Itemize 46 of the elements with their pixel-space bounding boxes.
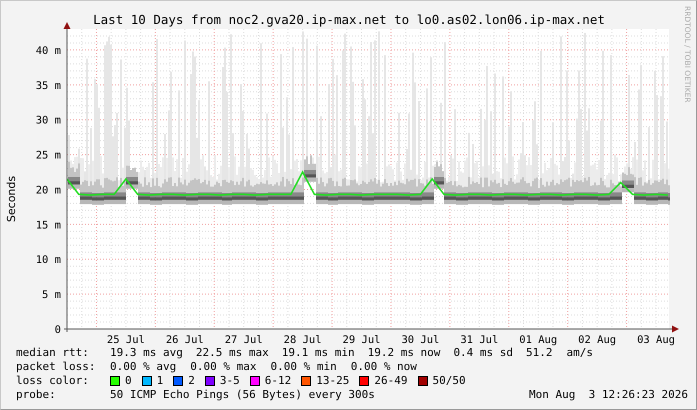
y-tick-label: 20 m (36, 184, 61, 196)
y-tick-label: 35 m (36, 80, 61, 92)
legend-value: 0.00 % now (350, 360, 417, 374)
probe-description: 50 ICMP Echo Pings (56 Bytes) every 300s (110, 388, 375, 402)
legend-label: median rtt: (16, 346, 90, 360)
legend-value: 0.00 % max (190, 360, 256, 374)
y-tick-label: 5 m (42, 289, 61, 302)
x-tick-label: 26 Jul (166, 334, 204, 346)
legend-label: loss color: (16, 374, 90, 388)
chart-title: Last 10 Days from noc2.gva20.ip-max.net to lo0.as02.lon06.ip-max.net (93, 12, 605, 27)
legend-value: 22.5 ms max (196, 346, 269, 360)
legend-value: 0.4 ms sd (453, 346, 514, 360)
legend-value: 13-25 (316, 374, 350, 388)
legend-label: probe: (16, 388, 57, 402)
legend-value: 26-49 (374, 374, 408, 388)
y-tick-label: 30 m (36, 114, 61, 127)
legend-value: 50/50 (432, 374, 466, 388)
legend-value: 3-5 (220, 374, 240, 388)
x-tick-label: 27 Jul (224, 334, 263, 346)
legend-value: 6-12 (264, 374, 292, 388)
y-axis-label: Seconds (5, 176, 18, 222)
y-tick-label: 10 m (36, 254, 61, 266)
legend-value: 0.00 % min (270, 360, 337, 374)
x-tick-label: 02 Aug (578, 334, 616, 346)
legend-value: 51.2 (526, 346, 553, 360)
timestamp: Mon Aug 3 12:26:23 2026 (529, 388, 688, 402)
y-tick-label: 15 m (36, 219, 61, 232)
legend-value: 0 (125, 374, 132, 388)
legend-value: 1 (156, 374, 164, 388)
x-tick-label: 29 Jul (342, 334, 380, 346)
y-tick-label: 25 m (36, 150, 61, 162)
x-tick-label: 01 Aug (519, 334, 558, 346)
legend-value: 19.2 ms now (368, 346, 440, 360)
y-tick-label: 0 (54, 324, 61, 336)
legend-value: 19.1 ms min (282, 346, 355, 360)
x-tick-label: 03 Aug (637, 334, 675, 346)
x-tick-label: 30 Jul (401, 334, 440, 346)
legend-value: 0.00 % avg (110, 360, 176, 374)
y-tick-label: 40 m (36, 44, 61, 57)
legend-value: 19.3 ms avg (110, 346, 183, 360)
legend-label: packet loss: (16, 360, 96, 374)
legend-value: 2 (188, 374, 195, 388)
x-tick-label: 25 Jul (106, 334, 145, 346)
x-tick-label: 28 Jul (284, 334, 322, 346)
x-tick-label: 31 Jul (460, 334, 498, 346)
legend-value: am/s (566, 346, 594, 360)
